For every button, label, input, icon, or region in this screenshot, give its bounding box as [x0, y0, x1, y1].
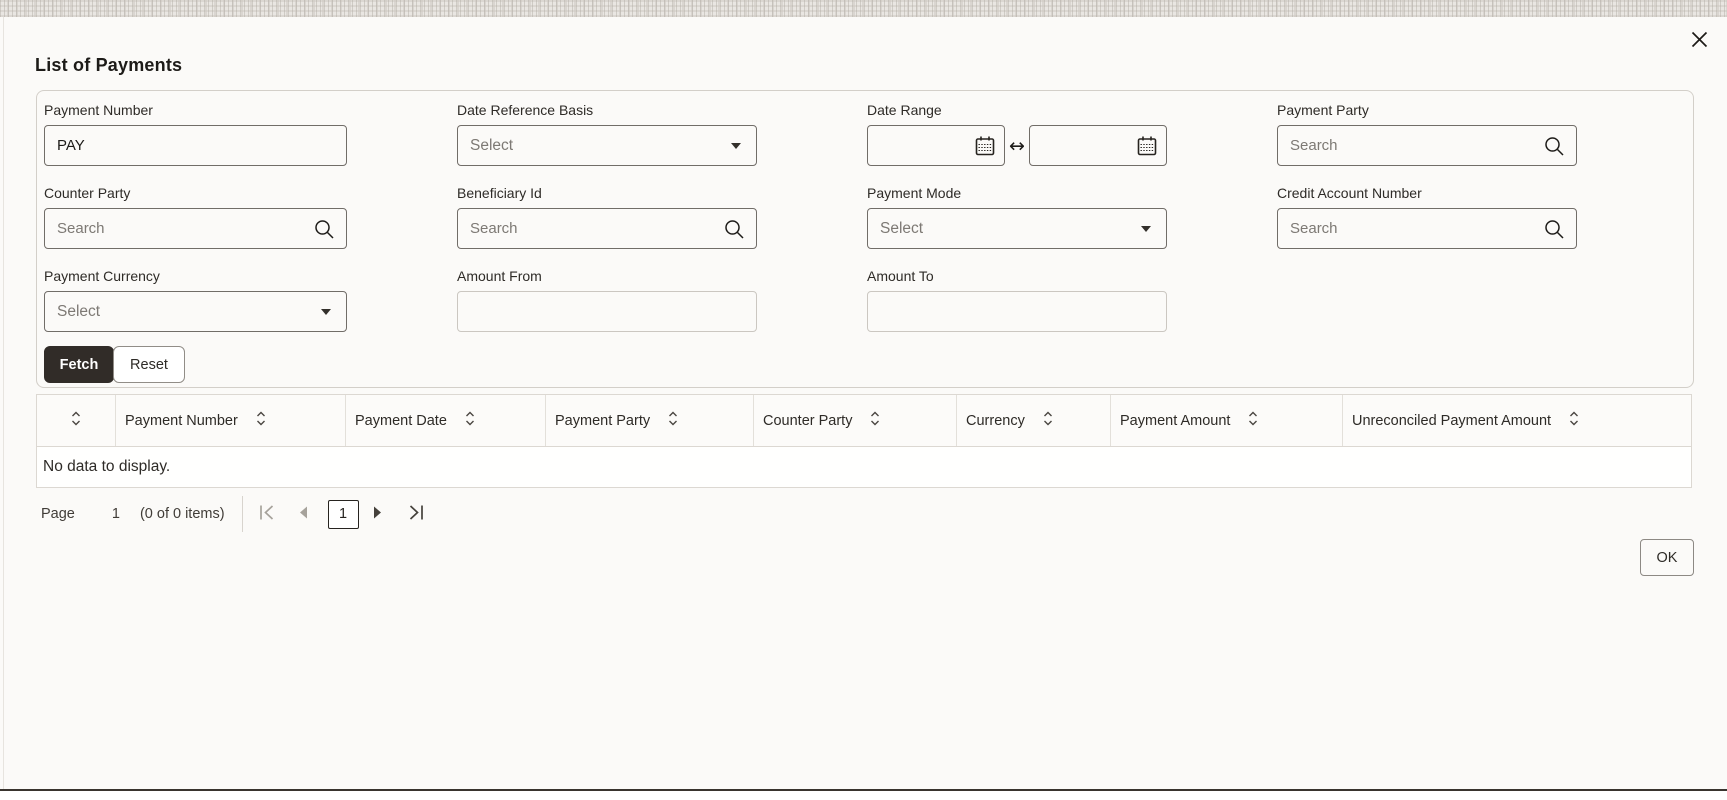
field-beneficiary-id: Beneficiary Id: [457, 185, 757, 249]
amount-to-label: Amount To: [867, 268, 934, 284]
last-page-icon: [408, 504, 424, 524]
sort-icon: [256, 410, 266, 431]
field-counter-party: Counter Party: [44, 185, 347, 249]
column-header-payment-amount[interactable]: Payment Amount: [1110, 395, 1342, 446]
payment-mode-label: Payment Mode: [867, 185, 962, 201]
field-amount-from: Amount From: [457, 268, 757, 332]
items-summary: (0 of 0 items): [139, 506, 225, 522]
search-icon[interactable]: [723, 218, 745, 240]
column-header-currency[interactable]: Currency: [956, 395, 1110, 446]
calendar-icon[interactable]: [973, 134, 997, 158]
payment-party-label: Payment Party: [1277, 102, 1369, 118]
date-range-to: [1029, 125, 1167, 166]
field-credit-account-number: Credit Account Number: [1277, 185, 1577, 249]
search-icon[interactable]: [313, 218, 335, 240]
table-header-row: Payment Number Payment Date Payment Part…: [37, 395, 1691, 447]
select-placeholder: Select: [57, 302, 101, 320]
next-page-icon: [373, 506, 382, 522]
payments-table: Payment Number Payment Date Payment Part…: [36, 394, 1692, 488]
dropdown-caret-icon: [1140, 225, 1152, 233]
payment-currency-select[interactable]: Select: [44, 291, 347, 332]
counter-party-input[interactable]: [44, 208, 347, 249]
reset-button[interactable]: Reset: [113, 346, 185, 383]
current-page-box[interactable]: 1: [327, 499, 359, 529]
filter-actions: Fetch Reset: [44, 346, 1693, 383]
field-date-reference-basis: Date Reference Basis Select: [457, 102, 757, 166]
field-amount-to: Amount To: [867, 268, 1167, 332]
screen: List of Payments Payment Number Date Ref…: [0, 0, 1727, 800]
field-payment-mode: Payment Mode Select: [867, 185, 1167, 249]
first-page-button[interactable]: [259, 504, 275, 524]
sort-icon: [668, 410, 678, 431]
pagination-divider: [241, 496, 243, 532]
dropdown-caret-icon: [320, 308, 332, 316]
sort-icon: [1569, 410, 1579, 431]
credit-account-number-label: Credit Account Number: [1277, 185, 1422, 201]
select-placeholder: Select: [470, 136, 514, 154]
payment-number-input[interactable]: [44, 125, 347, 166]
background-texture: [0, 0, 1727, 17]
amount-to-input[interactable]: [867, 291, 1167, 332]
sort-icon: [1043, 410, 1053, 431]
select-placeholder: Select: [880, 219, 924, 237]
sort-icon: [71, 410, 81, 431]
page-title: List of Payments: [35, 55, 183, 75]
payment-currency-label: Payment Currency: [44, 268, 160, 284]
date-reference-basis-label: Date Reference Basis: [457, 102, 594, 118]
date-range-from: [867, 125, 1005, 166]
sort-icon: [870, 410, 880, 431]
counter-party-label: Counter Party: [44, 185, 131, 201]
filter-panel: Payment Number Date Reference Basis Sele…: [36, 90, 1694, 388]
fetch-button[interactable]: Fetch: [44, 346, 114, 383]
column-header-select[interactable]: [37, 395, 115, 446]
dropdown-caret-icon: [730, 142, 742, 150]
table-empty-row: No data to display.: [37, 447, 1691, 487]
search-icon[interactable]: [1543, 135, 1565, 157]
page-label: Page: [41, 506, 75, 522]
column-header-unreconciled-payment-amount[interactable]: Unreconciled Payment Amount: [1342, 395, 1691, 446]
field-date-range: Date Range ↔: [867, 102, 1167, 166]
sort-icon: [465, 410, 475, 431]
empty-message: No data to display.: [43, 458, 171, 475]
payment-mode-select[interactable]: Select: [867, 208, 1167, 249]
next-page-button[interactable]: [373, 506, 382, 522]
column-header-counter-party[interactable]: Counter Party: [753, 395, 956, 446]
previous-page-button[interactable]: [299, 506, 308, 522]
column-header-payment-party[interactable]: Payment Party: [545, 395, 753, 446]
beneficiary-id-label: Beneficiary Id: [457, 185, 542, 201]
payment-party-input[interactable]: [1277, 125, 1577, 166]
field-payment-number: Payment Number: [44, 102, 347, 166]
amount-from-label: Amount From: [457, 268, 542, 284]
date-range-label: Date Range: [867, 102, 942, 118]
last-page-button[interactable]: [408, 504, 424, 524]
pagination: Page 1 (0 of 0 items) 1: [36, 494, 424, 534]
close-icon: [1691, 31, 1708, 51]
beneficiary-id-input[interactable]: [457, 208, 757, 249]
calendar-icon[interactable]: [1135, 134, 1159, 158]
column-header-payment-date[interactable]: Payment Date: [345, 395, 545, 446]
amount-from-input[interactable]: [457, 291, 757, 332]
ok-button[interactable]: OK: [1640, 539, 1694, 576]
field-payment-party: Payment Party: [1277, 102, 1577, 166]
window-edge: [3, 17, 4, 789]
sort-icon: [1248, 410, 1258, 431]
field-payment-currency: Payment Currency Select: [44, 268, 347, 332]
credit-account-number-input[interactable]: [1277, 208, 1577, 249]
date-reference-basis-select[interactable]: Select: [457, 125, 757, 166]
column-header-payment-number[interactable]: Payment Number: [115, 395, 345, 446]
first-page-icon: [259, 504, 275, 524]
close-button[interactable]: [1687, 29, 1711, 53]
window-bottom-strip: [0, 791, 1727, 800]
payment-number-label: Payment Number: [44, 102, 153, 118]
page-value: 1: [111, 506, 120, 522]
prev-page-icon: [299, 506, 308, 522]
search-icon[interactable]: [1543, 218, 1565, 240]
range-arrow-icon: ↔: [1009, 134, 1025, 157]
